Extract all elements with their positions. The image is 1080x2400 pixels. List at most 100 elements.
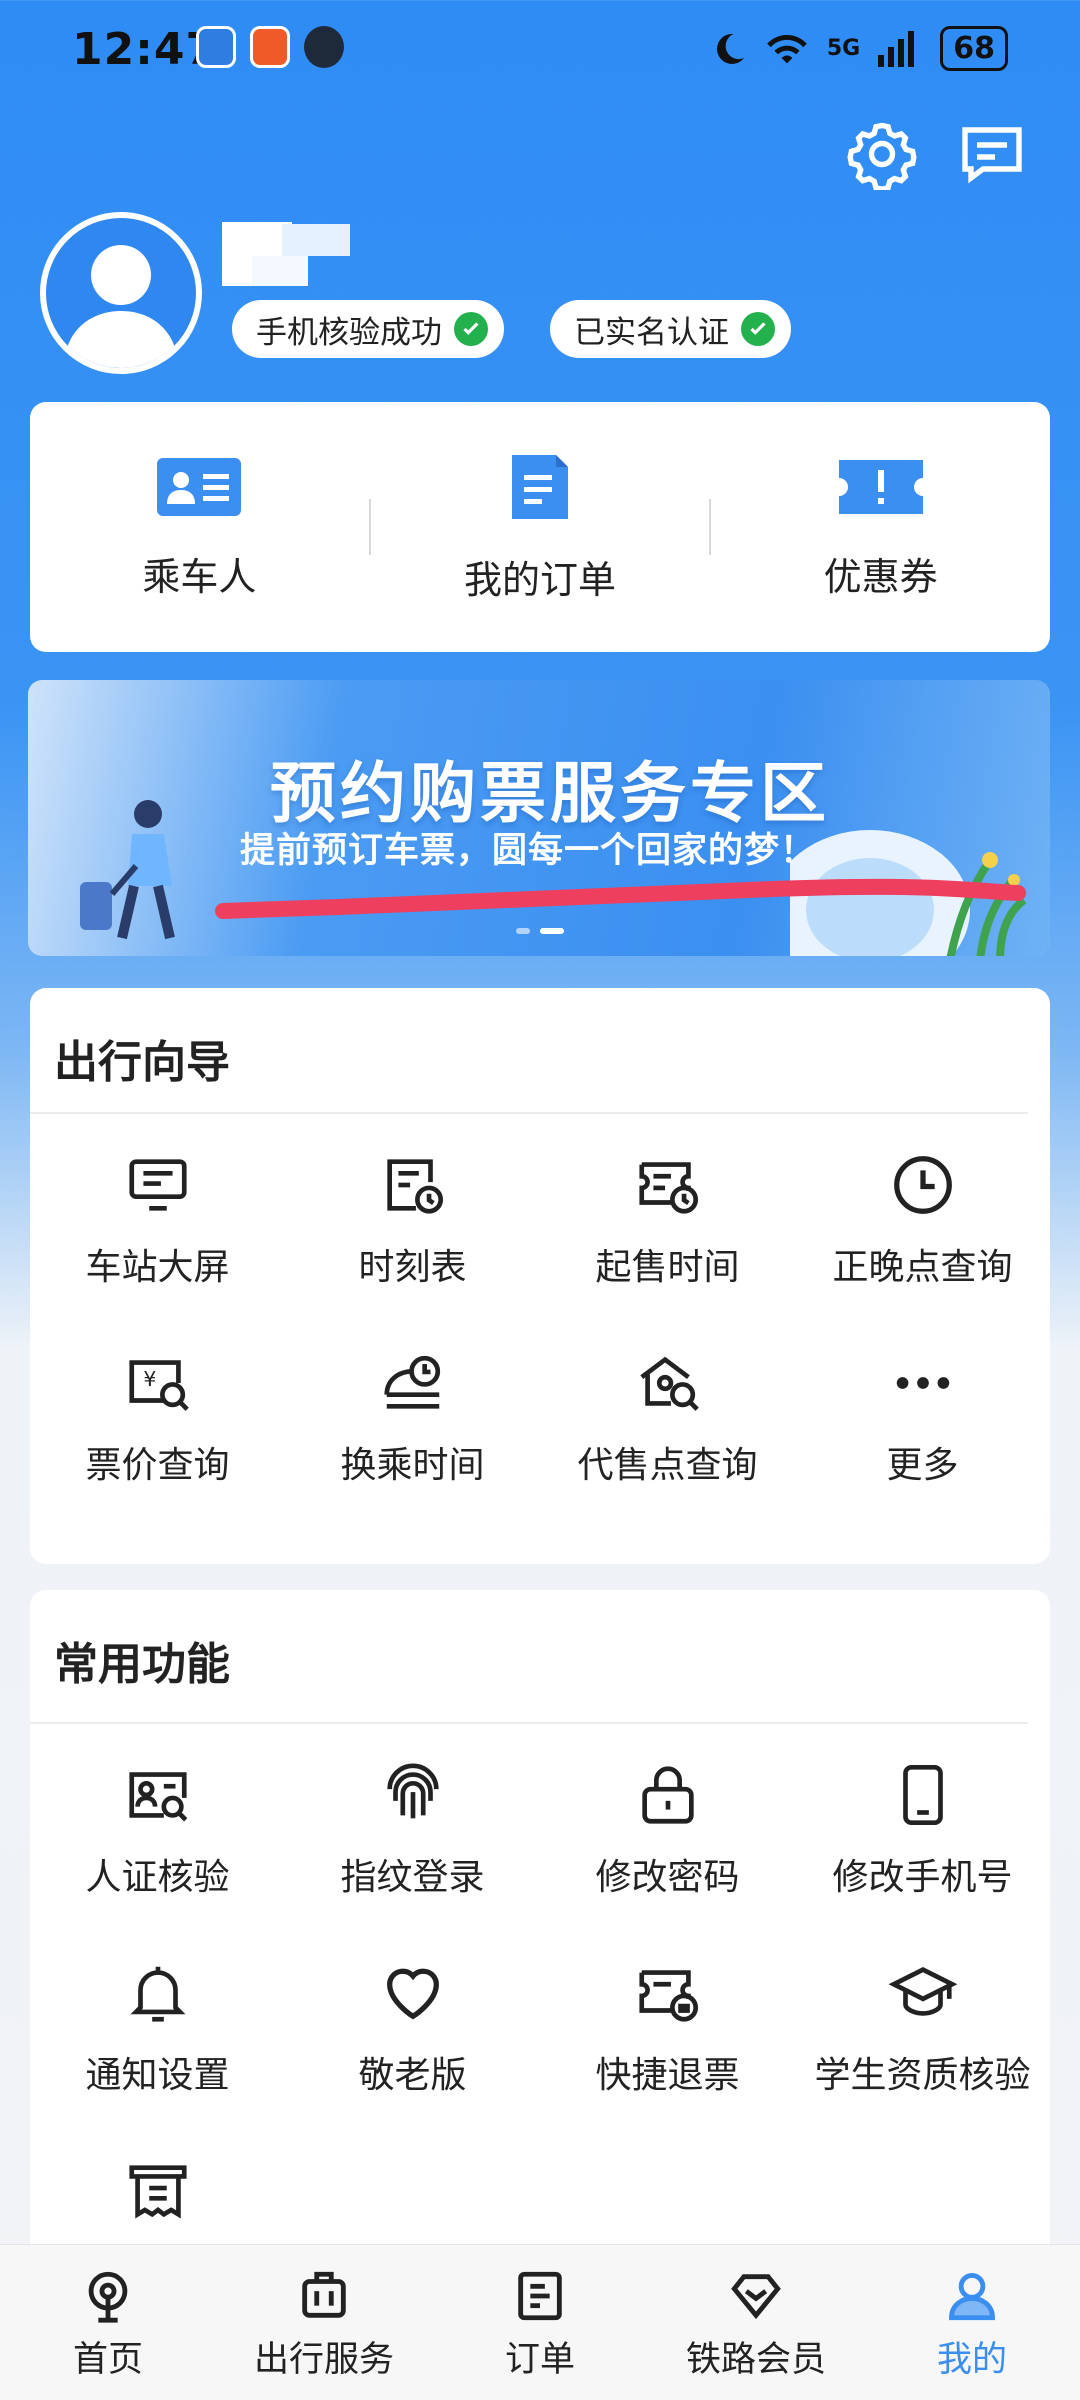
guide-timetable[interactable]: 时刻表 xyxy=(285,1114,540,1312)
travel-guide-grid: 车站大屏 时刻表 起售时间 正晚点查询 ¥ 票价查询 换乘时间 代售点查询 更多 xyxy=(30,1114,1050,1510)
banner-pager xyxy=(516,928,564,934)
badge-label: 手机核验成功 xyxy=(256,314,442,351)
guide-price-query[interactable]: ¥ 票价查询 xyxy=(30,1312,285,1510)
bottom-nav: 首页 出行服务 订单 铁路会员 我的 xyxy=(0,2244,1080,2400)
pager-dot xyxy=(516,928,530,934)
tab-railway-member[interactable]: 铁路会员 xyxy=(648,2245,864,2400)
tab-orders[interactable]: 订单 xyxy=(432,2245,648,2400)
gear-icon[interactable] xyxy=(846,118,918,190)
passenger-card-icon xyxy=(157,457,242,516)
quick-passenger[interactable]: 乘车人 xyxy=(30,454,369,601)
realname-verified-badge: 已实名认证 xyxy=(550,300,791,358)
check-icon xyxy=(454,312,488,346)
status-right: 5G 68 xyxy=(711,26,1008,71)
guide-delay-query[interactable]: 正晚点查询 xyxy=(795,1114,1050,1312)
travel-guide-card: 出行向导 车站大屏 时刻表 起售时间 正晚点查询 ¥ 票价查询 换乘时间 代售点… xyxy=(30,988,1050,1564)
common-functions-grid: 人证核验 指纹登录 修改密码 修改手机号 通知设置 敬老版 快捷退票 学生资质核… xyxy=(30,1724,1050,2318)
nav-label: 出行服务 xyxy=(253,2340,394,2380)
order-icon xyxy=(518,2271,562,2321)
more-icon xyxy=(896,1377,949,1389)
func-quick-refund[interactable]: 快捷退票 xyxy=(540,1922,795,2120)
network-type: 5G xyxy=(826,36,861,61)
message-icon[interactable] xyxy=(956,118,1028,190)
status-app-icons xyxy=(196,26,344,68)
quick-coupon[interactable]: 优惠券 xyxy=(711,454,1050,601)
wifi-icon xyxy=(767,34,807,63)
quick-label: 优惠券 xyxy=(823,554,938,599)
hand-app-icon xyxy=(304,26,344,68)
diamond-icon xyxy=(731,2274,781,2320)
phone-icon xyxy=(902,1764,943,1826)
quick-label: 乘车人 xyxy=(142,554,257,599)
receipt-icon xyxy=(128,2165,187,2219)
grid-label: 敬老版 xyxy=(358,2055,467,2096)
tab-mine[interactable]: 我的 xyxy=(864,2245,1080,2400)
grid-label: 快捷退票 xyxy=(595,2055,740,2096)
grid-label: 学生资质核验 xyxy=(814,2055,1031,2096)
phone-verified-badge: 手机核验成功 xyxy=(232,300,504,358)
quick-links-card: 乘车人 我的订单 优惠券 xyxy=(30,402,1050,652)
signal-icon xyxy=(878,30,915,67)
guide-transfer-time[interactable]: 换乘时间 xyxy=(285,1312,540,1510)
refund-ticket-icon xyxy=(638,1970,698,2022)
grid-label: 代售点查询 xyxy=(577,1445,758,1486)
avatar[interactable] xyxy=(40,212,202,374)
id-verify-icon xyxy=(128,1772,187,1822)
func-student-verify[interactable]: 学生资质核验 xyxy=(795,1922,1050,2120)
status-bar: 12:47 5G 68 xyxy=(0,0,1080,100)
red-annotation-stroke xyxy=(215,878,1026,919)
guide-sale-time[interactable]: 起售时间 xyxy=(540,1114,795,1312)
coupon-icon xyxy=(838,459,923,514)
quick-label: 我的订单 xyxy=(464,557,617,602)
avatar-person-icon xyxy=(64,245,178,368)
profile-icon xyxy=(949,2273,995,2321)
guide-more[interactable]: 更多 xyxy=(795,1312,1050,1510)
func-elderly-mode[interactable]: 敬老版 xyxy=(285,1922,540,2120)
section-title: 出行向导 xyxy=(54,1037,230,1088)
monitor-icon xyxy=(128,1159,187,1211)
svg-text:¥: ¥ xyxy=(143,1367,156,1391)
func-id-verify[interactable]: 人证核验 xyxy=(30,1724,285,1922)
nav-label: 我的 xyxy=(936,2340,1007,2380)
tab-travel-service[interactable]: 出行服务 xyxy=(216,2245,432,2400)
luggage-icon xyxy=(302,2271,346,2318)
reservation-banner[interactable]: 预约购票服务专区 提前预订车票，圆每一个回家的梦！ xyxy=(28,680,1050,956)
func-change-phone[interactable]: 修改手机号 xyxy=(795,1724,1050,1922)
fingerprint-icon xyxy=(386,1763,439,1819)
graduation-cap-icon xyxy=(888,1967,957,2016)
moon-icon xyxy=(716,33,744,64)
quick-my-orders[interactable]: 我的订单 xyxy=(371,451,710,604)
nav-label: 订单 xyxy=(504,2340,575,2380)
grid-label: 指纹登录 xyxy=(340,1857,485,1898)
browser-app-icon xyxy=(196,26,236,68)
check-icon xyxy=(741,312,775,346)
grid-label: 车站大屏 xyxy=(85,1247,230,1288)
grid-label: 更多 xyxy=(886,1445,959,1486)
traveler-illustration xyxy=(80,800,175,940)
grid-label: 时刻表 xyxy=(358,1247,467,1288)
agency-search-icon xyxy=(639,1356,699,1411)
home-train-icon xyxy=(88,2271,128,2323)
badge-label: 已实名认证 xyxy=(574,314,729,351)
timetable-icon xyxy=(386,1159,443,1214)
nav-label: 首页 xyxy=(72,2340,143,2380)
guide-agency-query[interactable]: 代售点查询 xyxy=(540,1312,795,1510)
grid-label: 票价查询 xyxy=(85,1445,230,1486)
func-fingerprint-login[interactable]: 指纹登录 xyxy=(285,1724,540,1922)
pager-dot-active xyxy=(540,928,564,934)
shopping-app-icon xyxy=(250,26,290,68)
bell-icon xyxy=(129,1966,186,2022)
heart-icon xyxy=(386,1968,439,2020)
nav-label: 铁路会员 xyxy=(685,2340,826,2380)
tab-home[interactable]: 首页 xyxy=(0,2245,216,2400)
func-change-password[interactable]: 修改密码 xyxy=(540,1724,795,1922)
func-notification-settings[interactable]: 通知设置 xyxy=(30,1922,285,2120)
clock-icon xyxy=(893,1156,952,1214)
price-search-icon: ¥ xyxy=(128,1360,189,1411)
guide-station-screen[interactable]: 车站大屏 xyxy=(30,1114,285,1312)
ticket-clock-icon xyxy=(638,1162,698,1214)
grid-label: 通知设置 xyxy=(85,2055,230,2096)
grid-label: 修改手机号 xyxy=(832,1857,1013,1898)
grid-label: 换乘时间 xyxy=(340,1445,485,1486)
order-doc-icon xyxy=(512,454,568,519)
